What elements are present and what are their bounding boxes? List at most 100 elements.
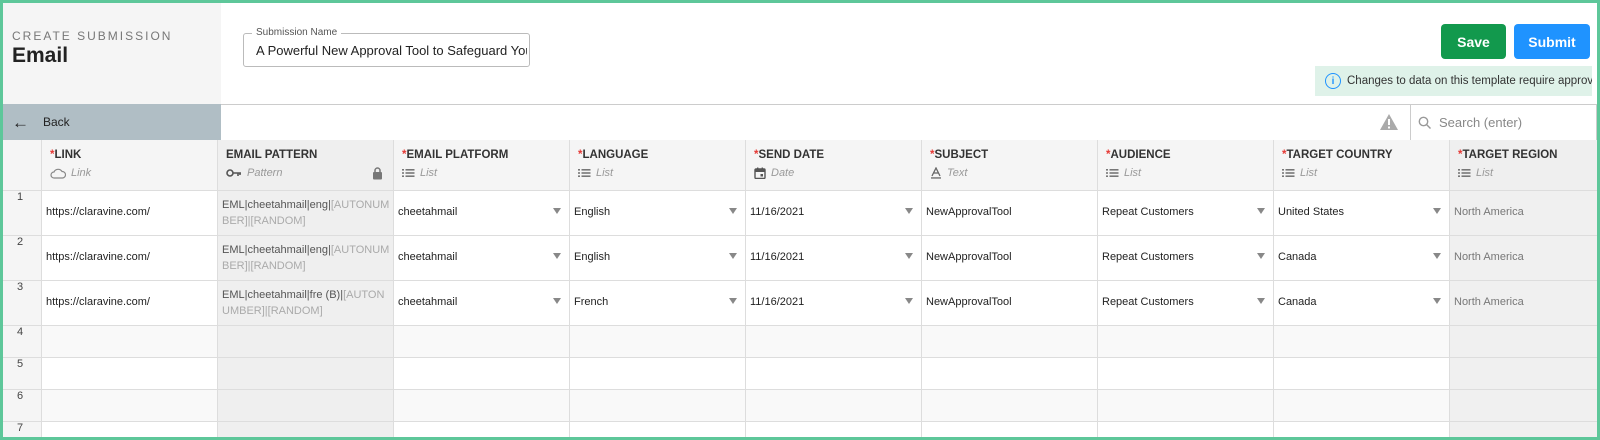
dropdown-caret-icon[interactable]: [1257, 208, 1265, 214]
dropdown-caret-icon[interactable]: [905, 208, 913, 214]
dropdown-caret-icon[interactable]: [905, 253, 913, 259]
country-cell[interactable]: [1274, 390, 1450, 421]
send-date-cell[interactable]: [746, 358, 922, 389]
warning-icon[interactable]: [1379, 113, 1399, 131]
dropdown-caret-icon[interactable]: [729, 253, 737, 259]
row-number[interactable]: 3: [3, 281, 42, 325]
audience-cell[interactable]: Repeat Customers: [1098, 191, 1274, 235]
subject-cell[interactable]: [922, 390, 1098, 421]
platform-cell[interactable]: cheetahmail: [394, 191, 570, 235]
send-date-cell[interactable]: 11/16/2021: [746, 236, 922, 280]
column-header-send-date[interactable]: *SEND DATE Date: [746, 140, 922, 190]
dropdown-caret-icon[interactable]: [553, 298, 561, 304]
platform-cell[interactable]: [394, 358, 570, 389]
column-header-target-country[interactable]: *TARGET COUNTRY List: [1274, 140, 1450, 190]
platform-cell[interactable]: [394, 422, 570, 437]
dropdown-caret-icon[interactable]: [553, 253, 561, 259]
link-cell[interactable]: https://claravine.com/: [42, 281, 218, 325]
send-date-cell[interactable]: [746, 422, 922, 437]
page-subtitle: CREATE SUBMISSION: [12, 29, 173, 43]
link-cell[interactable]: [42, 422, 218, 437]
dropdown-caret-icon[interactable]: [1257, 298, 1265, 304]
column-header-link[interactable]: *LINK Link: [42, 140, 218, 190]
subject-cell[interactable]: [922, 358, 1098, 389]
dropdown-caret-icon[interactable]: [1433, 253, 1441, 259]
language-cell[interactable]: English: [570, 191, 746, 235]
row-number-label: 1: [17, 191, 24, 203]
platform-cell[interactable]: [394, 326, 570, 357]
row-number[interactable]: 6: [3, 390, 42, 421]
send-date-cell[interactable]: 11/16/2021: [746, 281, 922, 325]
table-row-empty: 4: [3, 326, 1597, 358]
dropdown-caret-icon[interactable]: [1433, 298, 1441, 304]
column-header-audience[interactable]: *AUDIENCE List: [1098, 140, 1274, 190]
language-cell[interactable]: [570, 358, 746, 389]
language-cell[interactable]: French: [570, 281, 746, 325]
link-cell[interactable]: https://claravine.com/: [42, 191, 218, 235]
region-cell: North America: [1450, 236, 1597, 280]
dropdown-caret-icon[interactable]: [553, 208, 561, 214]
audience-cell[interactable]: [1098, 326, 1274, 357]
column-header-target-region[interactable]: *TARGET REGION List: [1450, 140, 1597, 190]
platform-cell[interactable]: cheetahmail: [394, 236, 570, 280]
subject-cell[interactable]: NewApprovalTool: [922, 236, 1098, 280]
country-cell[interactable]: [1274, 326, 1450, 357]
row-number[interactable]: 7: [3, 422, 42, 437]
column-header-email-platform[interactable]: *EMAIL PLATFORM List: [394, 140, 570, 190]
dropdown-caret-icon[interactable]: [905, 298, 913, 304]
send-date-cell[interactable]: [746, 390, 922, 421]
country-cell[interactable]: United States: [1274, 191, 1450, 235]
dropdown-caret-icon[interactable]: [729, 208, 737, 214]
subject-cell[interactable]: [922, 422, 1098, 437]
country-cell[interactable]: [1274, 358, 1450, 389]
subject-cell[interactable]: NewApprovalTool: [922, 191, 1098, 235]
search-input[interactable]: Search (enter): [1439, 115, 1522, 130]
column-type: List: [1458, 167, 1493, 179]
column-header-language[interactable]: *LANGUAGE List: [570, 140, 746, 190]
link-cell[interactable]: [42, 326, 218, 357]
arrow-left-icon: ←: [12, 112, 29, 132]
language-cell[interactable]: [570, 326, 746, 357]
dropdown-caret-icon[interactable]: [729, 298, 737, 304]
submission-name-field[interactable]: Submission Name A Powerful New Approval …: [243, 27, 530, 67]
audience-cell[interactable]: Repeat Customers: [1098, 236, 1274, 280]
subject-cell[interactable]: NewApprovalTool: [922, 281, 1098, 325]
column-name: SUBJECT: [934, 149, 989, 161]
row-number[interactable]: 4: [3, 326, 42, 357]
audience-cell[interactable]: [1098, 390, 1274, 421]
subject-value: NewApprovalTool: [926, 251, 1012, 263]
column-name: LANGUAGE: [582, 149, 649, 161]
send-date-cell[interactable]: [746, 326, 922, 357]
row-number[interactable]: 2: [3, 236, 42, 280]
back-label: Back: [43, 115, 70, 129]
country-cell[interactable]: Canada: [1274, 236, 1450, 280]
link-cell[interactable]: [42, 358, 218, 389]
country-cell[interactable]: Canada: [1274, 281, 1450, 325]
column-type-label: Date: [771, 167, 795, 179]
dropdown-caret-icon[interactable]: [1257, 253, 1265, 259]
audience-cell[interactable]: [1098, 422, 1274, 437]
dropdown-caret-icon[interactable]: [1433, 208, 1441, 214]
submission-name-input[interactable]: A Powerful New Approval Tool to Safeguar…: [256, 43, 527, 58]
row-number[interactable]: 5: [3, 358, 42, 389]
country-cell[interactable]: [1274, 422, 1450, 437]
language-cell[interactable]: English: [570, 236, 746, 280]
save-button[interactable]: Save: [1441, 24, 1506, 59]
column-header-subject[interactable]: *SUBJECT Text: [922, 140, 1098, 190]
column-header-email-pattern[interactable]: EMAIL PATTERN Pattern: [218, 140, 394, 190]
language-cell[interactable]: [570, 422, 746, 437]
platform-cell[interactable]: [394, 390, 570, 421]
subject-cell[interactable]: [922, 326, 1098, 357]
language-cell[interactable]: [570, 390, 746, 421]
row-number[interactable]: 1: [3, 191, 42, 235]
audience-cell[interactable]: Repeat Customers: [1098, 281, 1274, 325]
submit-button[interactable]: Submit: [1514, 24, 1590, 59]
corner-cell: [3, 140, 42, 190]
send-date-cell[interactable]: 11/16/2021: [746, 191, 922, 235]
link-cell[interactable]: https://claravine.com/: [42, 236, 218, 280]
link-cell[interactable]: [42, 390, 218, 421]
back-button[interactable]: ← Back: [3, 104, 221, 140]
audience-cell[interactable]: [1098, 358, 1274, 389]
platform-cell[interactable]: cheetahmail: [394, 281, 570, 325]
search-box[interactable]: Search (enter): [1410, 104, 1597, 140]
